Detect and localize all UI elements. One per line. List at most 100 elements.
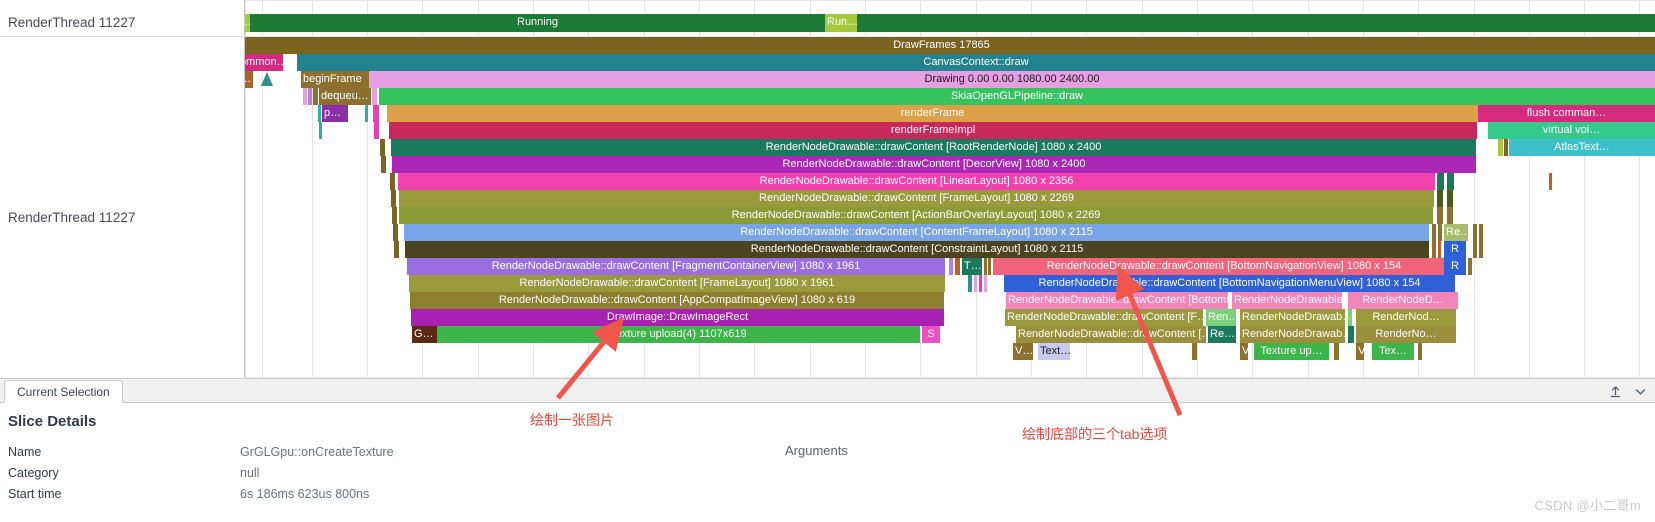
flamegraph-slice[interactable] <box>380 139 385 156</box>
flamegraph-slice[interactable] <box>393 224 398 241</box>
flamegraph-slice[interactable] <box>308 88 312 105</box>
flamegraph-slice[interactable] <box>1437 190 1443 207</box>
flamegraph-slice[interactable] <box>374 122 379 139</box>
flamegraph-slice[interactable]: RenderNodeDrawable::drawContent [BottomN… <box>1006 292 1228 309</box>
flamegraph-slice[interactable]: DrawFrames 17865 <box>228 37 1655 54</box>
flamegraph-slice[interactable]: RenderNodeDrawable::drawContent [Constra… <box>405 241 1429 258</box>
flamegraph-slice[interactable] <box>974 275 977 292</box>
flamegraph-slice[interactable]: CanvasContext::draw <box>297 54 1655 71</box>
flamegraph-slice[interactable]: Text… <box>1038 343 1070 360</box>
flamegraph-slice[interactable] <box>394 241 399 258</box>
flamegraph-slice[interactable] <box>968 275 972 292</box>
flamegraph-slice[interactable] <box>303 88 307 105</box>
flamegraph-slice[interactable]: RenderNodeDrawable::drawContent [FrameLa… <box>399 190 1434 207</box>
flamegraph-slice[interactable]: p… <box>322 105 348 122</box>
flamegraph-slice[interactable]: Running <box>250 14 825 32</box>
flamegraph-slice[interactable] <box>1192 343 1197 360</box>
flamegraph-slice[interactable]: AtlasText… <box>1509 139 1655 156</box>
flamegraph-slice[interactable] <box>1479 241 1483 258</box>
flamegraph-slice[interactable]: Texture up… <box>1254 343 1329 360</box>
flamegraph-slice[interactable] <box>1447 173 1454 190</box>
flamegraph-slice[interactable]: RenderNod… <box>1356 309 1456 326</box>
flamegraph-slice[interactable]: T… <box>962 258 982 275</box>
flamegraph-slice[interactable]: RenderNodeDrawable::drawContent [Content… <box>404 224 1429 241</box>
flamegraph-slice[interactable]: RenderNodeDrawable::drawContent [AppComp… <box>410 292 944 309</box>
flamegraph-slice[interactable] <box>1438 241 1441 258</box>
flamegraph-slice[interactable]: V <box>1356 343 1364 360</box>
flamegraph-slice[interactable] <box>1334 343 1339 360</box>
flamegraph-slice[interactable]: RenderNodeDrawable::drawContent [F… <box>1005 309 1203 326</box>
details-panel-controls[interactable] <box>1609 379 1647 403</box>
flamegraph-slice[interactable] <box>1432 241 1436 258</box>
flamegraph-slice[interactable]: RenderNodeDrawable::drawContent [ActionB… <box>399 207 1433 224</box>
flamegraph-slice[interactable]: renderFrameImpl <box>389 122 1477 139</box>
details-tabbar[interactable]: Current Selection <box>0 379 1655 403</box>
flamegraph-slice[interactable] <box>1438 224 1442 241</box>
flamegraph-slice[interactable] <box>1473 224 1477 241</box>
flamegraph-slice[interactable] <box>1447 207 1453 224</box>
flamegraph-slice[interactable]: R <box>1444 258 1466 275</box>
flamegraph-slice[interactable] <box>373 105 379 122</box>
flamegraph-slice[interactable]: Re… <box>1208 326 1236 343</box>
flamegraph-slice[interactable]: RenderNo… <box>1356 326 1456 343</box>
collapse-icon[interactable] <box>1609 385 1622 398</box>
flamegraph-slice[interactable] <box>372 88 377 105</box>
flamegraph-slice[interactable]: renderFrame <box>387 105 1478 122</box>
flamegraph-slice[interactable]: RenderNodeD… <box>1348 292 1458 309</box>
flamegraph-slice[interactable] <box>1498 139 1503 156</box>
flamegraph-slice[interactable] <box>1418 343 1422 360</box>
flamegraph-slice[interactable] <box>988 258 991 275</box>
flamegraph-slice[interactable]: Tex… <box>1372 343 1414 360</box>
flamegraph-slice[interactable] <box>1348 309 1352 326</box>
flamegraph-slice[interactable]: flush comman… <box>1478 105 1655 122</box>
flamegraph-slice[interactable] <box>390 173 395 190</box>
tab-current-selection[interactable]: Current Selection <box>4 380 123 403</box>
flamegraph-slice[interactable] <box>949 258 953 275</box>
flamegraph-slice[interactable]: Run… <box>825 14 857 32</box>
chevron-down-icon[interactable] <box>1634 385 1647 398</box>
flamegraph-slice[interactable] <box>1447 190 1453 207</box>
flamegraph-slice[interactable]: RenderNodeDrawable::drawContent [FrameLa… <box>409 275 945 292</box>
flamegraph-slice[interactable] <box>1504 139 1508 156</box>
flamegraph-slice[interactable] <box>1348 326 1354 343</box>
flamegraph-slice[interactable]: dequeu… <box>319 88 371 105</box>
flamegraph-slice[interactable] <box>319 122 322 139</box>
flamegraph-slice[interactable]: V… <box>1013 343 1033 360</box>
flamegraph-slice[interactable]: Ren… <box>1206 309 1236 326</box>
flamegraph-slice[interactable]: RenderNodeDrawable::drawContent [LinearL… <box>398 173 1435 190</box>
flamegraph-slice[interactable] <box>1432 224 1436 241</box>
flamegraph-slice[interactable] <box>1549 173 1552 190</box>
flamegraph-slice[interactable] <box>979 275 982 292</box>
flamegraph-slice[interactable] <box>313 88 318 105</box>
flamegraph-slice[interactable]: Re… <box>1444 224 1468 241</box>
flamegraph-slice[interactable]: RenderNodeDrawab… <box>1240 326 1345 343</box>
flamegraph-slice[interactable] <box>318 105 321 122</box>
flamegraph-slice[interactable]: virtual voi… <box>1488 122 1655 139</box>
flamegraph-slice[interactable]: Drawing 0.00 0.00 1080.00 2400.00 <box>369 71 1655 88</box>
flamegraph-slice[interactable]: S <box>922 326 940 343</box>
flamegraph-slice[interactable]: RenderNodeDrawable:… <box>1232 292 1342 309</box>
flamegraph-slice[interactable] <box>1468 258 1472 275</box>
flamegraph-slice[interactable] <box>1473 241 1477 258</box>
flamegraph-slice[interactable] <box>857 14 1655 32</box>
flamegraph-slice[interactable] <box>365 105 368 122</box>
flamegraph-slice[interactable]: RenderNodeDrawable::drawContent [BottomN… <box>993 258 1455 275</box>
flamegraph-slice[interactable]: RenderNodeDrawable::drawContent [RootRen… <box>391 139 1476 156</box>
flamegraph-slice[interactable]: V <box>1240 343 1248 360</box>
timeline-canvas[interactable]: Ru…RunningRun…DrawFrames 17865Common…Can… <box>0 0 1655 378</box>
flamegraph-slice[interactable] <box>392 207 397 224</box>
flamegraph-slice[interactable]: R <box>1444 241 1466 258</box>
flamegraph-slice[interactable]: RenderNodeDrawable::drawContent [DecorVi… <box>392 156 1476 173</box>
flamegraph-slice[interactable] <box>1437 173 1444 190</box>
flamegraph-slice[interactable]: SkiaOpenGLPipeline::draw <box>379 88 1655 105</box>
flamegraph-slice[interactable] <box>984 275 987 292</box>
flamegraph-slice[interactable]: RenderNodeDrawable::drawContent [Fragmen… <box>407 258 945 275</box>
flamegraph-slice[interactable] <box>381 156 386 173</box>
flamegraph-slice[interactable]: G… <box>412 326 437 343</box>
flamegraph-slice[interactable]: DrawImage::DrawImageRect <box>411 309 944 326</box>
flamegraph-slice[interactable]: Texture upload(4) 1107x619 <box>437 326 920 343</box>
flamegraph-slice[interactable] <box>1437 207 1443 224</box>
flamegraph-slice[interactable] <box>984 258 987 275</box>
flamegraph-slice[interactable] <box>391 190 396 207</box>
flamegraph-slice[interactable]: RenderNodeDrawab… <box>1240 309 1345 326</box>
